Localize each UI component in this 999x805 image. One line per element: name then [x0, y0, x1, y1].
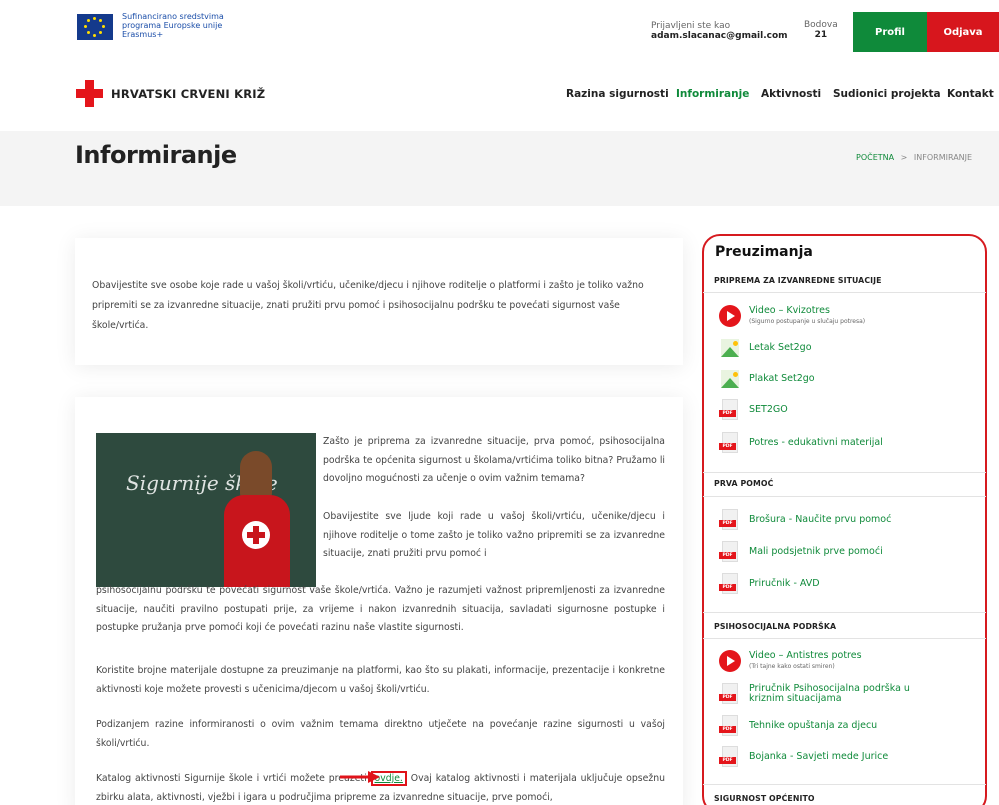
article-paragraph-2b: psihosocijalnu podršku te povećati sigur…: [96, 585, 665, 633]
nav-aktivnosti[interactable]: Aktivnosti: [761, 88, 821, 100]
nav-sudionici-projekta[interactable]: Sudionici projekta: [833, 88, 941, 100]
article-paragraph-5: Katalog aktivnosti Sigurnije škole i vrt…: [96, 771, 665, 803]
nav-razina-sigurnosti[interactable]: Razina sigurnosti: [566, 88, 669, 100]
eu-flag-icon: [77, 14, 113, 40]
breadcrumb-separator: >: [900, 153, 908, 162]
image-file-icon: [719, 368, 741, 390]
section-heading-priprema: PRIPREMA ZA IZVANREDNE SITUACIJE: [714, 276, 882, 285]
page-title: Informiranje: [75, 141, 237, 169]
intro-text: Obavijestite sve osobe koje rade u vašoj…: [92, 280, 644, 331]
image-file-icon: [719, 337, 741, 359]
download-set2go[interactable]: PDF SET2GO: [719, 399, 788, 421]
download-potres-edukativni[interactable]: PDF Potres - edukativni materijal: [719, 432, 883, 454]
breadcrumb-home[interactable]: POČETNA: [856, 153, 894, 162]
pdf-file-icon: PDF: [719, 715, 741, 737]
red-cross-logo-icon[interactable]: [76, 80, 103, 107]
download-brosura-prva-pomoc[interactable]: PDF Brošura - Naučite prvu pomoć: [719, 509, 891, 531]
top-bar: Sufinancirano sredstvima programa Europs…: [0, 0, 999, 66]
download-prirucnik-psihosocijalna[interactable]: PDF Priručnik Psihosocijalna podrška u k…: [719, 683, 919, 705]
download-prirucnik-avd[interactable]: PDF Priručnik - AVD: [719, 573, 820, 595]
download-video-kvizotres[interactable]: Video – Kvizotres (Sigurno postupanje u s…: [719, 305, 865, 327]
download-letak-set2go[interactable]: Letak Set2go: [719, 337, 812, 359]
article-paragraph-1: Zašto je priprema za izvanredne situacij…: [323, 436, 665, 484]
download-mali-podsjetnik[interactable]: PDF Mali podsjetnik prve pomoći: [719, 541, 883, 563]
user-email: adam.slacanac@gmail.com: [651, 31, 788, 41]
article-paragraph-3: Koristite brojne materijale dostupne za …: [96, 665, 665, 695]
breadcrumb-current: INFORMIRANJE: [913, 153, 973, 162]
play-video-icon: [719, 305, 741, 327]
pdf-file-icon: PDF: [719, 573, 741, 595]
eu-funding-text: Sufinancirano sredstvima programa Europs…: [122, 12, 224, 39]
section-heading-prva-pomoc: PRVA POMOĆ: [714, 479, 774, 488]
article-image: Sigurnije škole: [96, 433, 316, 587]
login-info: Prijavljeni ste kao adam.slacanac@gmail.…: [651, 21, 788, 41]
download-bojanka-mede-jurice[interactable]: PDF Bojanka - Savjeti mede Jurice: [719, 746, 888, 768]
section-heading-psihosocijalna: PSIHOSOCIJALNA PODRŠKA: [714, 622, 837, 631]
pdf-file-icon: PDF: [719, 399, 741, 421]
download-plakat-set2go[interactable]: Plakat Set2go: [719, 368, 815, 390]
red-arrow-annotation-icon: [340, 771, 380, 783]
nav-kontakt[interactable]: Kontakt: [947, 88, 994, 100]
points-counter: Bodova 21: [804, 20, 838, 40]
pdf-file-icon: PDF: [719, 541, 741, 563]
site-logo-text[interactable]: HRVATSKI CRVENI KRIŽ: [111, 87, 265, 101]
downloads-title: Preuzimanja: [715, 244, 813, 260]
pdf-file-icon: PDF: [719, 432, 741, 454]
pdf-file-icon: PDF: [719, 683, 741, 705]
article-paragraph-2a: Obavijestite sve ljude koji rade u vašoj…: [323, 511, 665, 559]
section-heading-sigurnost-opcenito: SIGURNOST OPĆENITO: [714, 794, 815, 803]
nav-informiranje[interactable]: Informiranje: [676, 88, 749, 100]
pdf-file-icon: PDF: [719, 746, 741, 768]
pdf-file-icon: PDF: [719, 509, 741, 531]
article-paragraph-4: Podizanjem razine informiranosti o ovim …: [96, 719, 665, 749]
breadcrumb: POČETNA > INFORMIRANJE: [856, 153, 972, 162]
download-tehnike-opustanja[interactable]: PDF Tehnike opuštanja za djecu: [719, 715, 877, 737]
play-video-icon: [719, 650, 741, 672]
profile-button[interactable]: Profil: [853, 12, 927, 52]
intro-box: Obavijestite sve osobe koje rade u vašoj…: [75, 238, 683, 365]
red-cross-badge-icon: [242, 521, 270, 549]
logout-button[interactable]: Odjava: [927, 12, 999, 52]
download-video-antistres[interactable]: Video – Antistres potres (Tri tajne kako …: [719, 650, 862, 672]
